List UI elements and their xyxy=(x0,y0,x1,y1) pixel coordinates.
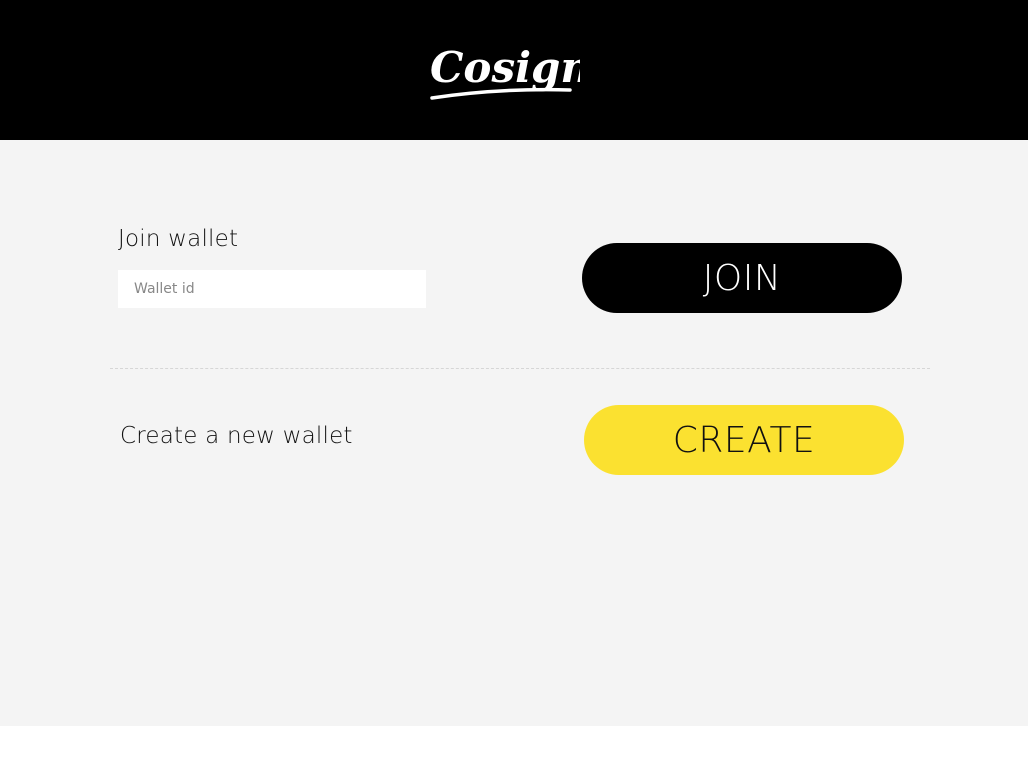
join-button[interactable]: JOIN xyxy=(582,243,902,313)
logo-text: Cosign xyxy=(430,43,580,92)
join-wallet-label: Join wallet xyxy=(118,226,239,252)
header: Cosign xyxy=(0,0,1028,140)
create-wallet-label: Create a new wallet xyxy=(120,423,353,449)
divider xyxy=(110,368,930,369)
wallet-id-input[interactable] xyxy=(118,270,426,308)
create-button[interactable]: CREATE xyxy=(584,405,904,475)
main-panel: Join wallet JOIN Create a new wallet CRE… xyxy=(0,140,1028,726)
cosign-logo: Cosign xyxy=(430,43,580,100)
